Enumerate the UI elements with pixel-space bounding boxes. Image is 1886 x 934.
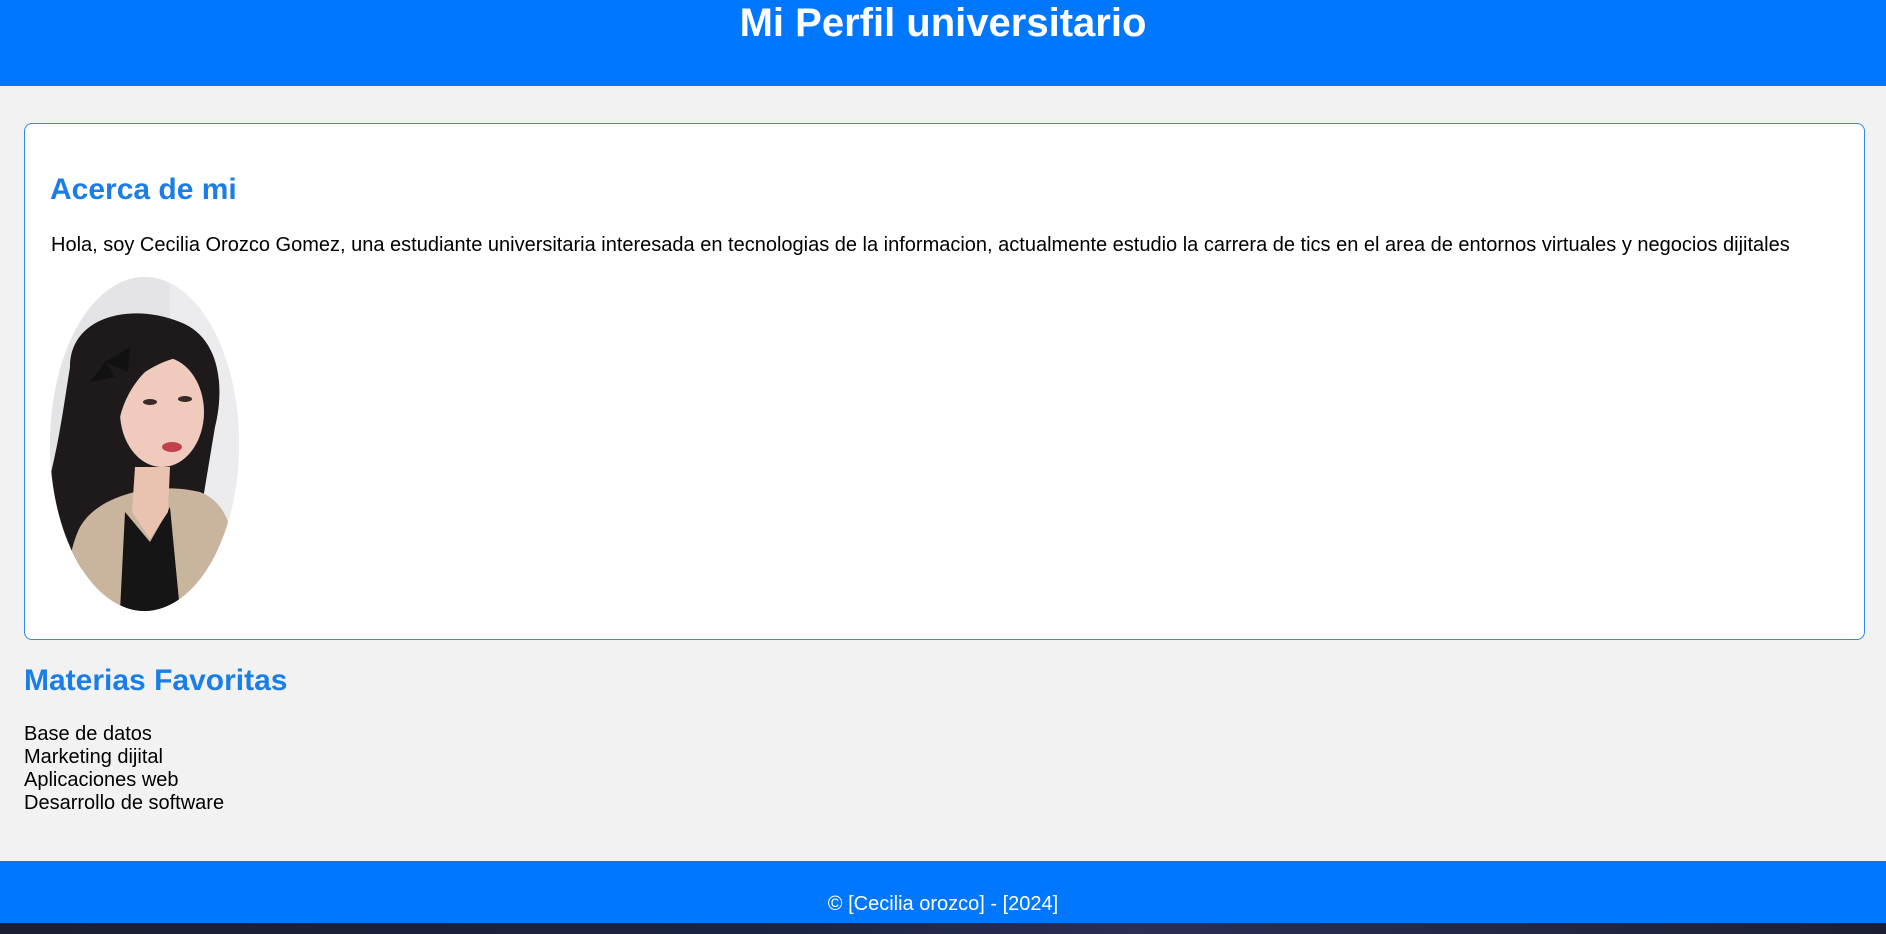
profile-photo — [50, 277, 239, 611]
about-card: Acerca de mi Hola, soy Cecilia Orozco Go… — [24, 123, 1865, 640]
page-header: Mi Perfil universitario — [0, 0, 1886, 86]
subjects-list: Base de datos Marketing dijital Aplicaci… — [24, 723, 224, 815]
list-item: Desarrollo de software — [24, 792, 225, 814]
about-text: Hola, soy Cecilia Orozco Gomez, una estu… — [51, 234, 1790, 256]
footer-copyright: © [Cecilia orozco] - [2024] — [827, 893, 1059, 915]
about-heading: Acerca de mi — [50, 173, 237, 206]
list-item: Base de datos — [24, 723, 152, 745]
page-title: Mi Perfil universitario — [739, 1, 1147, 45]
os-taskbar — [0, 923, 1886, 934]
subjects-heading: Materias Favoritas — [24, 664, 288, 697]
page-footer: © [Cecilia orozco] - [2024] — [0, 861, 1886, 923]
list-item: Marketing dijital — [24, 746, 163, 768]
list-item: Aplicaciones web — [24, 769, 179, 791]
